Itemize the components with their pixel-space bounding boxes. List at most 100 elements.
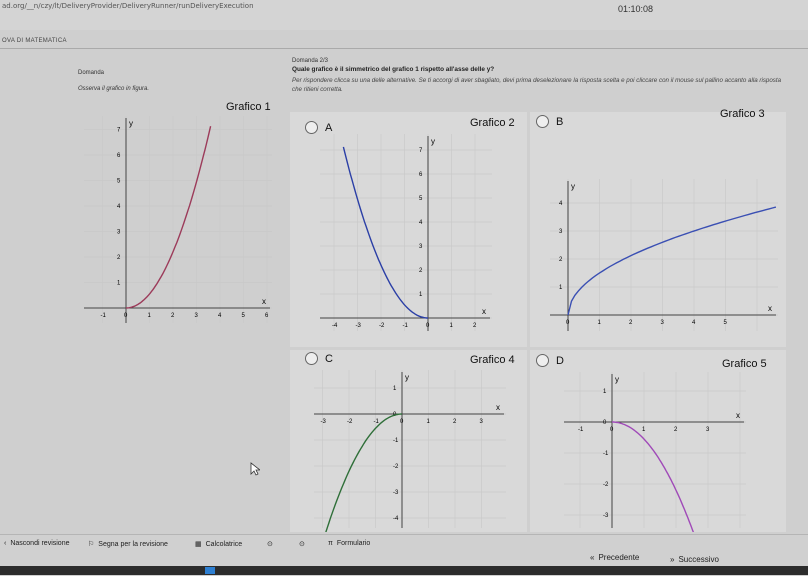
circle-dot-icon: ⊙ — [267, 541, 273, 548]
x-tick-label: 1 — [427, 419, 431, 425]
x-tick-label: 2 — [629, 320, 633, 326]
address-bar[interactable]: ad.org/__n/czy/lt/DeliveryProvider/Deliv… — [2, 2, 254, 10]
y-tick-label: 5 — [117, 179, 121, 185]
y-tick-label: -3 — [603, 513, 609, 519]
option-c[interactable]: C — [305, 352, 333, 365]
y-tick-label: -3 — [393, 490, 399, 496]
os-taskbar — [0, 566, 808, 575]
previous-button[interactable]: « Precedente — [590, 553, 639, 562]
x-tick-label: 3 — [706, 427, 710, 433]
toggle-button-2[interactable]: ⊙ — [299, 540, 305, 548]
x-axis-label: x — [736, 411, 740, 420]
x-tick-label: -2 — [347, 419, 353, 425]
y-axis-label: y — [129, 119, 133, 128]
y-tick-label: -1 — [603, 451, 609, 457]
function-curve — [325, 413, 403, 532]
option-b-letter: B — [556, 115, 564, 128]
option-d-letter: D — [556, 354, 564, 367]
x-tick-label: -1 — [101, 313, 107, 319]
x-tick-label: 0 — [610, 427, 614, 433]
option-d[interactable]: D — [536, 354, 564, 367]
function-curve — [612, 421, 695, 532]
y-tick-label: -2 — [393, 464, 399, 470]
option-b-radio[interactable] — [536, 115, 549, 128]
x-tick-label: 2 — [473, 323, 477, 329]
graph-3: x y 0 1 2 3 4 5 1 2 3 4 — [550, 179, 778, 331]
graph-1: x y -1 0 1 2 3 4 5 6 1 2 3 4 5 6 7 — [84, 116, 272, 323]
option-c-radio[interactable] — [305, 352, 318, 365]
start-icon — [205, 567, 215, 574]
x-tick-label: 4 — [218, 313, 222, 319]
pi-icon: π — [328, 540, 333, 547]
y-tick-label: 1 — [559, 285, 563, 291]
graph-2: x y -4 -3 -2 -1 0 1 2 1 2 3 4 5 6 7 — [320, 134, 492, 331]
y-tick-label: 3 — [559, 229, 563, 235]
y-tick-label: 2 — [419, 268, 423, 274]
x-tick-label: 3 — [195, 313, 199, 319]
x-axis-label: x — [496, 403, 500, 412]
x-tick-label: 1 — [598, 320, 602, 326]
calculator-icon: ▦ — [195, 541, 202, 548]
x-tick-label: -1 — [403, 323, 409, 329]
graph-5: x y -1 0 1 2 3 1 0 -1 -2 -3 — [564, 372, 746, 532]
x-tick-label: 1 — [450, 323, 454, 329]
x-tick-label: -3 — [321, 419, 327, 425]
flag-icon: ⚐ — [88, 541, 95, 548]
toggle-button-1[interactable]: ⊙ — [267, 540, 273, 548]
x-tick-label: -1 — [578, 427, 584, 433]
header-divider — [0, 48, 808, 49]
option-a-graph-title: Grafico 2 — [470, 117, 515, 129]
x-tick-label: -4 — [332, 323, 338, 329]
question-text: Quale grafico è il simmetrico del grafic… — [292, 66, 495, 73]
option-b[interactable]: B — [536, 115, 563, 128]
x-axis-label: x — [482, 307, 486, 316]
y-tick-label: 5 — [419, 196, 423, 202]
next-button[interactable]: » Successivo — [670, 555, 719, 564]
hide-review-label: Nascondi revisione — [10, 540, 70, 547]
y-axis-label: y — [431, 137, 435, 146]
x-tick-label: 0 — [566, 320, 570, 326]
hide-review-button[interactable]: ‹ Nascondi revisione — [4, 540, 70, 547]
countdown-timer: 01:10:08 — [618, 4, 654, 14]
chevron-left-icon: ‹ — [4, 540, 7, 547]
double-chevron-right-icon: » — [670, 555, 675, 564]
x-tick-label: -3 — [356, 323, 362, 329]
option-b-graph-title: Grafico 3 — [720, 108, 765, 120]
x-tick-label: 0 — [426, 323, 430, 329]
y-tick-label: 1 — [419, 292, 423, 298]
mark-review-button[interactable]: ⚐ Segna per la revisione — [88, 540, 168, 549]
x-tick-label: 5 — [724, 320, 728, 326]
option-c-graph-title: Grafico 4 — [470, 354, 515, 366]
y-tick-label: 0 — [603, 420, 607, 426]
y-axis-label: y — [615, 375, 619, 384]
mark-review-label: Segna per la revisione — [98, 540, 168, 548]
mouse-cursor — [250, 462, 260, 476]
function-curve — [125, 126, 212, 309]
question-instructions: Per rispondere clicca su una delle alter… — [292, 77, 782, 93]
y-tick-label: 2 — [117, 255, 121, 261]
x-tick-label: 3 — [661, 320, 665, 326]
x-axis-label: x — [768, 304, 772, 313]
function-curve — [342, 146, 428, 319]
x-tick-label: 5 — [242, 313, 246, 319]
calculator-button[interactable]: ▦ Calcolatrice — [195, 540, 242, 549]
observe-instruction: Osserva il grafico in figura. — [78, 86, 150, 92]
previous-label: Precedente — [598, 553, 640, 562]
x-tick-label: 1 — [148, 313, 152, 319]
y-tick-label: 4 — [559, 201, 563, 207]
x-tick-label: -1 — [374, 419, 380, 425]
x-tick-label: -2 — [379, 323, 385, 329]
browser-bar: ad.org/__n/czy/lt/DeliveryProvider/Deliv… — [0, 0, 808, 30]
circle-dot-icon: ⊙ — [299, 541, 305, 548]
y-tick-label: 2 — [559, 257, 563, 263]
section-label: Domanda — [78, 70, 105, 76]
x-tick-label: 2 — [674, 427, 678, 433]
next-label: Successivo — [678, 555, 719, 564]
formulario-button[interactable]: π Formulario — [328, 540, 370, 547]
y-tick-label: 7 — [117, 128, 121, 134]
y-axis-label: y — [405, 373, 409, 382]
x-tick-label: 4 — [692, 320, 696, 326]
option-d-radio[interactable] — [536, 354, 549, 367]
test-title: OVA DI MATEMATICA — [2, 38, 67, 44]
x-tick-label: 0 — [124, 313, 128, 319]
